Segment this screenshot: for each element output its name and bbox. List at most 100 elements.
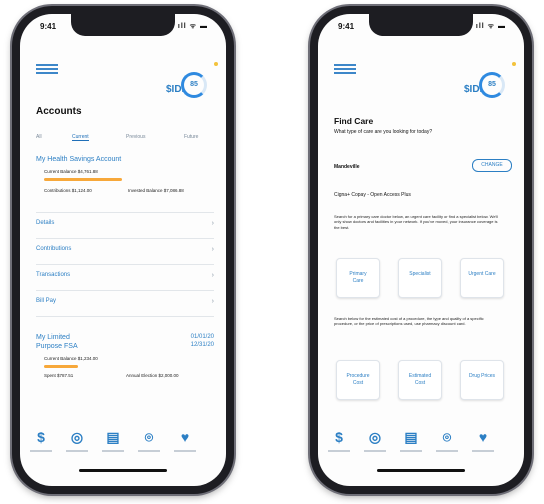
tab-caption	[66, 450, 88, 452]
care-icon[interactable]: ♥	[174, 426, 196, 448]
account-tabs: All Current Previous Future	[36, 134, 210, 144]
divider	[36, 290, 214, 291]
clipboard-icon[interactable]: ▤	[102, 426, 124, 448]
card-label: Care	[352, 278, 364, 284]
tab-caption	[102, 450, 124, 452]
location-icon[interactable]: ⌾	[436, 426, 458, 448]
menu-contributions[interactable]: Contributions ›	[36, 246, 214, 258]
procedure-cost-button[interactable]: Procedure Cost	[336, 360, 380, 400]
fsa-dates: 01/01/20 12/31/20	[191, 333, 214, 349]
tab-current[interactable]: Current	[72, 134, 89, 141]
bottom-tab-bar: $ ◎ ▤ ⌾ ♥	[318, 426, 524, 456]
care-description: Search for a primary care doctor below, …	[334, 214, 499, 230]
score-ring[interactable]: 85	[181, 72, 207, 98]
divider	[36, 212, 214, 213]
tab-caption	[472, 450, 494, 452]
tab-previous[interactable]: Previous	[126, 134, 145, 140]
status-time: 9:41	[338, 22, 355, 31]
card-label: Cost	[352, 380, 364, 386]
hsa-title[interactable]: My Health Savings Account	[36, 156, 121, 163]
app-logo	[334, 64, 356, 76]
tab-caption	[400, 450, 422, 452]
status-bar: 9:41 ıll ᯤ ▬	[338, 22, 506, 34]
divider	[36, 238, 214, 239]
divider	[36, 316, 214, 317]
chevron-right-icon: ›	[211, 298, 214, 305]
tab-caption	[364, 450, 386, 452]
estimated-cost-button[interactable]: Estimated Cost	[398, 360, 442, 400]
cost-description: Search below for the estimated cost of a…	[334, 316, 484, 327]
piggybank-icon[interactable]: ◎	[66, 426, 88, 448]
location-icon[interactable]: ⌾	[138, 426, 160, 448]
tab-caption	[328, 450, 350, 452]
card-label: Cost	[414, 380, 426, 386]
hsa-invested-balance: Invested Balance $7,086.88	[128, 188, 184, 193]
piggybank-icon[interactable]: ◎	[364, 426, 386, 448]
chevron-right-icon: ›	[211, 220, 214, 227]
location-label: Mandeville	[334, 164, 360, 170]
chevron-right-icon: ›	[211, 246, 214, 253]
hsa-balance-bar	[44, 178, 122, 181]
status-bar: 9:41 ıll ᯤ ▬	[40, 22, 208, 34]
fsa-annual-election: Annual Election $2,000.00	[126, 373, 179, 378]
chevron-right-icon: ›	[211, 272, 214, 279]
divider	[36, 264, 214, 265]
fsa-current-balance: Current Balance $1,234.00	[44, 356, 98, 361]
fsa-title-line1: My Limited	[36, 334, 70, 341]
home-indicator[interactable]	[79, 469, 167, 472]
page-title: Accounts	[36, 106, 82, 117]
tab-caption	[436, 450, 458, 452]
tab-caption	[30, 450, 52, 452]
tab-caption	[174, 450, 196, 452]
status-icons: ıll ᯤ ▬	[475, 23, 506, 30]
card-label: Urgent Care	[468, 271, 496, 277]
menu-label: Details	[36, 220, 55, 226]
tab-caption	[138, 450, 160, 452]
phone-find-care: 9:41 ıll ᯤ ▬ $IDI 85 Find Care What type…	[310, 6, 532, 494]
bottom-tab-bar: $ ◎ ▤ ⌾ ♥	[20, 426, 226, 456]
card-label: Specialist	[409, 271, 431, 277]
card-label: Drug Prices	[468, 373, 496, 379]
primary-care-button[interactable]: Primary Care	[336, 258, 380, 298]
dollar-icon[interactable]: $	[30, 426, 52, 448]
menu-label: Contributions	[36, 246, 72, 252]
drug-prices-button[interactable]: Drug Prices	[460, 360, 504, 400]
specialist-button[interactable]: Specialist	[398, 258, 442, 298]
status-time: 9:41	[40, 22, 57, 31]
fsa-title[interactable]: My Limited Purpose FSA	[36, 333, 78, 351]
fsa-balance-bar	[44, 365, 78, 368]
change-location-button[interactable]: CHANGE	[472, 159, 512, 172]
score-ring[interactable]: 85	[479, 72, 505, 98]
care-icon[interactable]: ♥	[472, 426, 494, 448]
urgent-care-button[interactable]: Urgent Care	[460, 258, 504, 298]
hsa-current-balance: Current Balance $4,761.88	[44, 169, 98, 174]
accounts-screen: 9:41 ıll ᯤ ▬ $IDI 85 Accounts All Curren…	[20, 14, 226, 486]
phone-accounts: 9:41 ıll ᯤ ▬ $IDI 85 Accounts All Curren…	[12, 6, 234, 494]
hsa-contributions: Contributions $1,124.00	[44, 188, 92, 193]
fsa-end-date: 12/31/20	[190, 342, 214, 348]
dollar-icon[interactable]: $	[328, 426, 350, 448]
notification-dot	[512, 62, 516, 66]
status-icons: ıll ᯤ ▬	[177, 23, 208, 30]
card-label: Procedure	[346, 373, 370, 379]
menu-transactions[interactable]: Transactions ›	[36, 272, 214, 284]
notification-dot	[214, 62, 218, 66]
menu-label: Bill Pay	[36, 298, 57, 304]
page-title: Find Care	[334, 116, 374, 126]
card-label: Primary	[349, 271, 367, 277]
home-indicator[interactable]	[377, 469, 465, 472]
care-question: What type of care are you looking for to…	[334, 129, 433, 135]
card-label: Estimated	[408, 373, 432, 379]
menu-bill-pay[interactable]: Bill Pay ›	[36, 298, 214, 310]
clipboard-icon[interactable]: ▤	[400, 426, 422, 448]
plan-name: Cigna+ Copay - Open Access Plus	[334, 192, 411, 198]
app-logo	[36, 64, 58, 76]
fsa-spent: Spent $787.51	[44, 373, 74, 378]
tab-all[interactable]: All	[36, 134, 42, 140]
tab-future[interactable]: Future	[184, 134, 198, 140]
find-care-screen: 9:41 ıll ᯤ ▬ $IDI 85 Find Care What type…	[318, 14, 524, 486]
fsa-title-line2: Purpose FSA	[36, 343, 78, 350]
menu-details[interactable]: Details ›	[36, 220, 214, 232]
menu-label: Transactions	[36, 272, 71, 278]
fsa-start-date: 01/01/20	[190, 334, 214, 340]
